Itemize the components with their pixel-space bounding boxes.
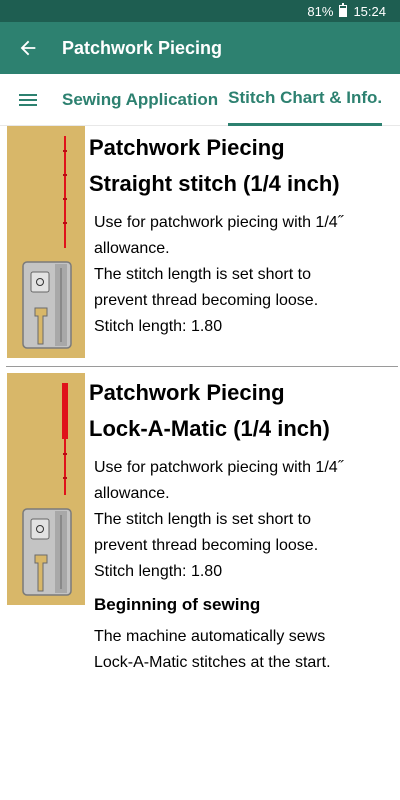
section-heading: Beginning of sewing (94, 595, 261, 614)
section-description: The machine automatically sews Lock-A-Ma… (89, 624, 394, 676)
battery-percent: 81% (307, 3, 334, 19)
clock: 15:24 (353, 3, 386, 19)
item-subtitle: Lock-A-Matic (1/4 inch) (89, 416, 330, 441)
stitch-thumbnail (7, 373, 85, 605)
item-text: Patchwork Piecing Lock-A-Matic (1/4 inch… (89, 375, 394, 676)
item-description: Use for patchwork piecing with 1/4˝ allo… (89, 455, 394, 585)
description-line: prevent thread becoming loose. (94, 537, 319, 554)
tab-stitch-chart-info[interactable]: Stitch Chart & Info. (228, 74, 383, 126)
description-line: The stitch length is set short to (94, 511, 311, 528)
tab-bar: Sewing Application Stitch Chart & Info. (0, 74, 400, 126)
description-line: allowance. (94, 240, 170, 257)
page-title: Patchwork Piecing (62, 37, 223, 58)
presser-foot-icon (22, 261, 72, 349)
stitch-list: Patchwork Piecing Straight stitch (1/4 i… (0, 126, 400, 671)
description-line: Use for patchwork piecing with 1/4˝ (94, 214, 343, 231)
section-line: Lock-A-Matic stitches at the start. (94, 654, 331, 671)
section-line: The machine automatically sews (94, 628, 326, 645)
straight-stitch-pattern-icon (63, 136, 67, 248)
status-bar: 81% 15:24 (0, 0, 400, 22)
battery-icon (339, 3, 348, 17)
back-button[interactable] (0, 22, 56, 74)
item-title: Patchwork Piecing (89, 135, 285, 160)
stitch-length: Stitch length: 1.80 (94, 318, 223, 335)
app-bar: Patchwork Piecing (0, 22, 400, 74)
stitch-thumbnail (7, 126, 85, 358)
menu-button[interactable] (0, 74, 56, 126)
presser-foot-icon (22, 508, 72, 596)
arrow-back-icon (20, 40, 36, 56)
list-item[interactable]: Patchwork Piecing Straight stitch (1/4 i… (0, 126, 400, 367)
item-text: Patchwork Piecing Straight stitch (1/4 i… (89, 130, 394, 340)
description-line: Use for patchwork piecing with 1/4˝ (94, 459, 343, 476)
lock-a-matic-stitch-pattern-icon (62, 383, 68, 495)
stitch-length: Stitch length: 1.80 (94, 563, 223, 580)
hamburger-menu-icon (19, 93, 37, 106)
item-description: Use for patchwork piecing with 1/4˝ allo… (89, 210, 394, 340)
description-line: allowance. (94, 485, 170, 502)
item-subtitle: Straight stitch (1/4 inch) (89, 171, 340, 196)
item-title: Patchwork Piecing (89, 380, 285, 405)
description-line: prevent thread becoming loose. (94, 292, 319, 309)
list-item[interactable]: Patchwork Piecing Lock-A-Matic (1/4 inch… (0, 367, 400, 671)
description-line: The stitch length is set short to (94, 266, 311, 283)
tab-sewing-application[interactable]: Sewing Application (62, 74, 218, 126)
